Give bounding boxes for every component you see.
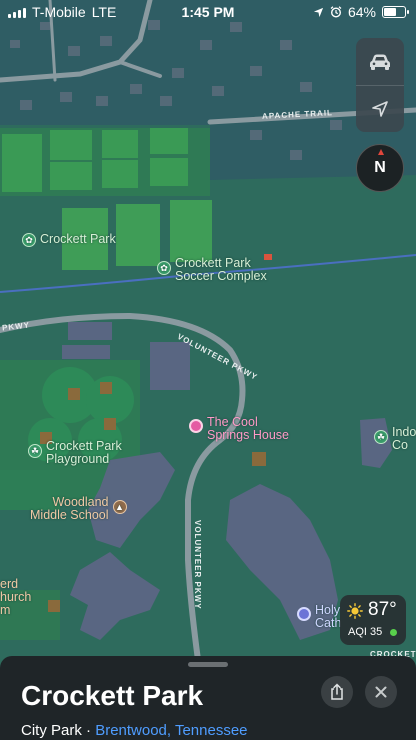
compass-needle-icon: [378, 149, 384, 155]
poi-label: Crockett Park Playground: [46, 439, 122, 466]
location-arrow-icon: [372, 100, 388, 117]
place-card-sheet[interactable]: Crockett Park City Park · Brentwood, Ten…: [0, 656, 416, 740]
place-title: Crockett Park: [21, 680, 204, 711]
battery-percent: 64%: [347, 4, 376, 20]
subtitle-separator: ·: [81, 722, 96, 739]
park-icon: ☘: [374, 430, 388, 444]
current-location-button[interactable]: [356, 85, 404, 132]
poi-woodland-middle-school[interactable]: ▲ Woodland Middle School: [30, 496, 127, 522]
status-bar: T-Mobile LTE 1:45 PM 64%: [0, 0, 416, 26]
poi-crockett-park[interactable]: ✿ Crockett Park: [22, 233, 116, 247]
church-icon: [297, 607, 311, 621]
street-label-volunteer-pkwy-vertical: VOLUNTEER PKWY: [193, 520, 202, 610]
status-right: 64%: [313, 4, 409, 20]
sun-icon: [347, 603, 363, 619]
poi-label: erd hurch m: [0, 577, 32, 617]
poi-label: Crockett Park: [40, 232, 116, 246]
place-subtitle: City Park · Brentwood, Tennessee: [21, 722, 248, 739]
poi-holy-cath[interactable]: Holy Cath: [297, 604, 341, 630]
temperature: 87°: [368, 599, 397, 620]
alarm-icon: [330, 6, 342, 18]
school-icon: ▲: [112, 500, 127, 514]
compass-letter: N: [374, 159, 386, 176]
transport-mode-button[interactable]: [356, 38, 404, 85]
landmark-icon: [189, 419, 203, 433]
park-icon: ✿: [157, 261, 171, 275]
share-button[interactable]: [321, 676, 353, 708]
poi-label: Crockett Park Soccer Complex: [175, 256, 267, 283]
poi-cool-springs-house[interactable]: The Cool Springs House: [189, 416, 289, 442]
poi-label: Holy Cath: [315, 603, 342, 630]
aqi-status-dot: [390, 629, 397, 636]
park-icon: ✿: [22, 233, 36, 247]
aqi-label: AQI 35: [348, 626, 383, 638]
close-button[interactable]: [365, 676, 397, 708]
sheet-grabber[interactable]: [188, 662, 228, 667]
poi-label: Woodland Middle School: [30, 495, 109, 522]
poi-label: Indo Co: [392, 425, 416, 452]
share-icon: [331, 683, 343, 700]
place-location-link[interactable]: Brentwood, Tennessee: [95, 722, 247, 739]
compass-button[interactable]: N: [356, 144, 404, 192]
poi-playground[interactable]: ☘ Crockett Park Playground: [28, 440, 122, 466]
poi-soccer-complex[interactable]: ✿ Crockett Park Soccer Complex: [157, 257, 267, 283]
map-controls: [356, 38, 404, 132]
battery-icon: [382, 6, 409, 18]
playground-icon: ☘: [28, 444, 42, 458]
car-icon: [370, 54, 390, 70]
location-services-icon: [313, 7, 324, 17]
place-category: City Park: [21, 722, 82, 739]
poi-church-partial[interactable]: erd hurch m: [0, 578, 31, 617]
weather-widget[interactable]: 87° AQI 35: [340, 595, 406, 645]
poi-label: The Cool Springs House: [207, 415, 289, 442]
close-icon: [375, 686, 387, 698]
poi-indo[interactable]: ☘ Indo Co: [374, 426, 416, 452]
